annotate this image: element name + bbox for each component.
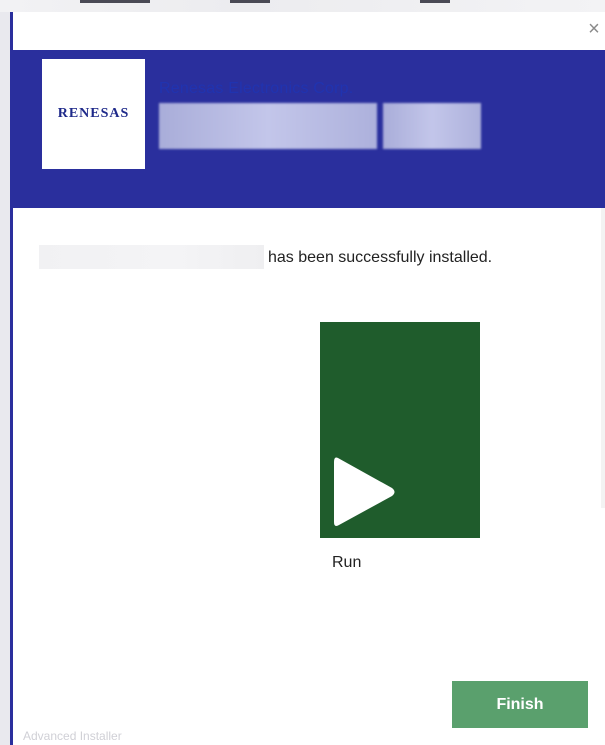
redacted-product-version <box>383 103 481 149</box>
footer-brand: Advanced Installer <box>23 729 122 743</box>
installer-window: × RENESAS Renesas Electronics Corp. has … <box>10 12 605 745</box>
title-bar: × <box>13 12 605 50</box>
redacted-product-name <box>39 245 264 269</box>
close-icon: × <box>588 18 600 40</box>
play-icon <box>334 457 395 526</box>
background-segment <box>80 0 150 3</box>
run-tile[interactable] <box>320 322 480 538</box>
company-name: Renesas Electronics Corp. <box>159 80 354 97</box>
background-top-strip <box>0 0 605 12</box>
background-segment <box>230 0 270 3</box>
close-button[interactable]: × <box>583 16 605 42</box>
right-edge <box>601 208 605 508</box>
redacted-product-title <box>159 103 377 149</box>
run-label: Run <box>332 554 362 571</box>
installer-header: RENESAS Renesas Electronics Corp. <box>13 50 605 208</box>
logo-text: RENESAS <box>57 106 130 121</box>
company-logo: RENESAS <box>42 59 145 169</box>
background-segment <box>420 0 450 3</box>
installer-content: has been successfully installed. Run Fin… <box>13 208 605 745</box>
install-success-message: has been successfully installed. <box>268 249 493 266</box>
finish-button[interactable]: Finish <box>452 681 588 728</box>
